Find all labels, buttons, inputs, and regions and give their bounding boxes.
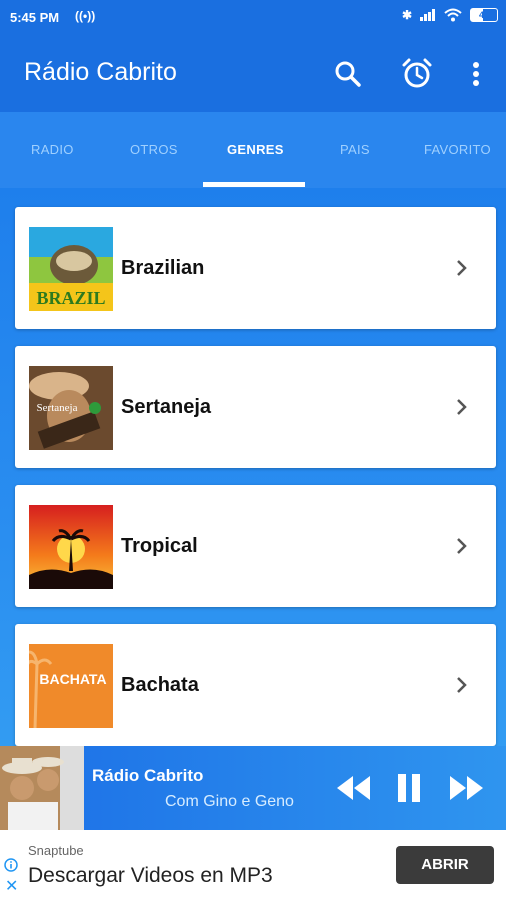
now-playing-title: Rádio Cabrito [92, 766, 204, 785]
ad-headline[interactable]: Descargar Videos en MP3 [28, 864, 273, 888]
ad-open-button[interactable]: ABRIR [396, 846, 494, 884]
genre-label: Tropical [121, 535, 198, 557]
tropical-thumbnail [29, 505, 113, 589]
tab-bar: RADIO OTROS GENRES PAIS FAVORITO [0, 112, 506, 188]
fast-forward-icon[interactable] [448, 772, 486, 804]
ad-close-icon[interactable]: ✕ [5, 879, 18, 895]
bluetooth-icon: ✱ [401, 8, 412, 22]
genre-label: Bachata [121, 674, 199, 696]
sertaneja-thumb-text: Sertaneja [37, 402, 78, 414]
bachata-thumb-text: BACHATA [39, 671, 106, 687]
tab-otros[interactable]: OTROS [130, 142, 178, 157]
now-playing-bar[interactable]: Rádio Cabrito Com Gino e Geno [0, 746, 506, 830]
pause-icon[interactable] [394, 772, 424, 804]
more-options-icon[interactable] [458, 56, 494, 92]
app-title: Rádio Cabrito [24, 58, 177, 86]
sertaneja-thumbnail: Sertaneja [29, 366, 113, 450]
status-time: 5:45 PM [10, 10, 60, 25]
tab-genres[interactable]: GENRES [227, 142, 284, 157]
genre-label: Sertaneja [121, 396, 212, 418]
ad-info-icon[interactable] [4, 858, 18, 872]
chevron-right-icon [457, 260, 467, 276]
battery-level: 47 [478, 10, 489, 20]
ad-source: Snaptube [28, 843, 84, 858]
battery-icon: 47 [470, 8, 498, 22]
cast-icon: ((•)) [75, 9, 96, 23]
genre-card-brazilian[interactable]: BRAZIL Brazilian [15, 207, 496, 329]
alarm-icon[interactable] [399, 56, 435, 92]
app-bar: Rádio Cabrito [0, 36, 506, 112]
wifi-icon [444, 8, 462, 22]
chevron-right-icon [457, 399, 467, 415]
chevron-right-icon [457, 677, 467, 693]
status-bar: 5:45 PM ((•)) ✱ 47 [0, 0, 506, 36]
brazil-thumbnail: BRAZIL [29, 227, 113, 311]
genre-card-tropical[interactable]: Tropical [15, 485, 496, 607]
album-art [0, 746, 84, 830]
search-icon[interactable] [330, 56, 366, 92]
tab-pais[interactable]: PAIS [340, 142, 370, 157]
tab-favorito[interactable]: FAVORITO [424, 142, 491, 157]
genre-card-sertaneja[interactable]: Sertaneja Sertaneja [15, 346, 496, 468]
ad-banner[interactable]: ✕ Snaptube Descargar Videos en MP3 ABRIR [0, 830, 506, 900]
tab-indicator [203, 182, 305, 187]
genre-card-bachata[interactable]: BACHATA Bachata [15, 624, 496, 746]
rewind-icon[interactable] [334, 772, 372, 804]
now-playing-subtitle: Com Gino e Geno [165, 793, 294, 810]
tab-radio[interactable]: RADIO [31, 142, 74, 157]
bachata-thumbnail: BACHATA [29, 644, 113, 728]
chevron-right-icon [457, 538, 467, 554]
brazil-thumb-text: BRAZIL [36, 288, 105, 308]
signal-icon [420, 9, 436, 21]
genre-label: Brazilian [121, 257, 205, 279]
